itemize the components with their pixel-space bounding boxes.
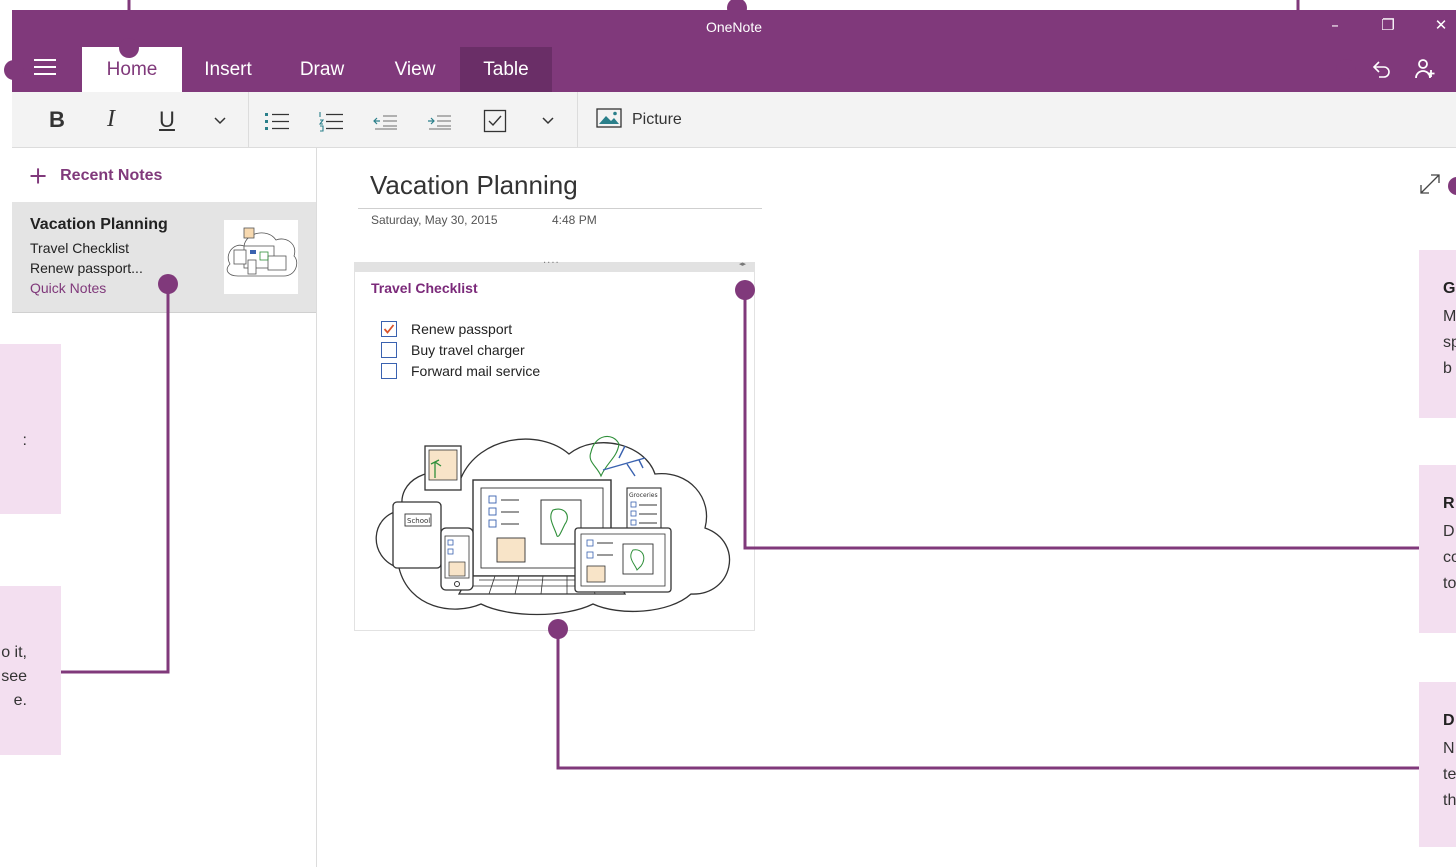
- callout-title: G: [1443, 280, 1456, 297]
- callout-line: M: [1443, 308, 1456, 325]
- callout-line: co: [1443, 549, 1456, 566]
- callout-line: to: [1443, 575, 1456, 592]
- insert-picture-button[interactable]: Picture: [596, 92, 690, 147]
- checklist-label: Renew passport: [411, 321, 513, 337]
- callout-box: R D co to: [1419, 465, 1456, 633]
- title-divider: [358, 208, 762, 209]
- cloud-devices-sketch: School Groceries: [375, 435, 731, 616]
- tab-home[interactable]: Home: [82, 47, 182, 92]
- note-item-line: Renew passport...: [30, 260, 143, 276]
- note-item-section: Quick Notes: [30, 280, 107, 296]
- share-person-icon[interactable]: [1414, 57, 1438, 87]
- numbered-list-icon: [318, 111, 343, 132]
- callout-line: sp: [1443, 334, 1456, 351]
- checkbox-unchecked[interactable]: [381, 363, 397, 379]
- hamburger-menu-icon[interactable]: [34, 59, 56, 75]
- checklist-label: Forward mail service: [411, 363, 541, 379]
- page-time: 4:48 PM: [552, 213, 597, 227]
- callout-box: G M sp b: [1419, 250, 1456, 418]
- ribbon-toolbar: B I U Picture: [12, 92, 1456, 148]
- bullets-button[interactable]: [260, 92, 294, 147]
- note-item-line: Travel Checklist: [30, 240, 130, 256]
- onenote-window: OneNote – ❐ ✕ Home Insert Draw View Tabl…: [12, 10, 1456, 867]
- tab-view[interactable]: View: [378, 47, 452, 92]
- ribbon-divider: [248, 92, 249, 147]
- checkbox-unchecked[interactable]: [381, 342, 397, 358]
- bullet-list-icon: [265, 112, 289, 130]
- callout-box: :: [0, 344, 61, 514]
- plus-icon: +: [28, 161, 49, 190]
- callout-title: D: [1443, 712, 1455, 729]
- numbering-button[interactable]: [314, 92, 348, 147]
- font-format-dropdown[interactable]: [208, 92, 232, 147]
- app-title: OneNote: [705, 19, 763, 35]
- callout-line: e.: [13, 692, 27, 709]
- underline-button[interactable]: U: [150, 92, 184, 147]
- ribbon-divider: [577, 92, 578, 147]
- note-container[interactable]: ···· ◂▸ Travel Checklist Renew passport …: [354, 258, 755, 631]
- page-title[interactable]: Vacation Planning: [370, 170, 578, 201]
- container-drag-handle[interactable]: ···· ◂▸: [355, 258, 754, 272]
- indent-icon: [428, 114, 451, 130]
- tags-dropdown[interactable]: [536, 92, 560, 147]
- decrease-indent-button[interactable]: [368, 92, 402, 147]
- italic-button[interactable]: I: [94, 92, 128, 147]
- title-bar: OneNote – ❐ ✕ Home Insert Draw View Tabl…: [12, 10, 1456, 92]
- note-item-title: Vacation Planning: [30, 216, 168, 233]
- todo-tag-button[interactable]: [478, 92, 512, 147]
- outdent-icon: [373, 114, 397, 130]
- chevron-down-icon: [214, 116, 226, 124]
- callout-line: th: [1443, 792, 1456, 809]
- callout-line: see: [1, 668, 27, 685]
- picture-label: Picture: [632, 111, 682, 128]
- restore-button[interactable]: ❐: [1373, 16, 1403, 34]
- checklist-item[interactable]: Buy travel charger: [381, 340, 525, 360]
- bold-button[interactable]: B: [40, 92, 74, 147]
- picture-icon: [596, 108, 622, 128]
- callout-line: N: [1443, 740, 1455, 757]
- checklist-item[interactable]: Renew passport: [381, 319, 512, 339]
- tab-table[interactable]: Table: [460, 47, 552, 92]
- callout-line: D: [1443, 523, 1455, 540]
- container-title[interactable]: Travel Checklist: [371, 280, 478, 296]
- undo-icon[interactable]: [1370, 58, 1392, 86]
- callout-line: te: [1443, 766, 1456, 783]
- checkbox-tag-icon: [483, 109, 507, 132]
- page-date: Saturday, May 30, 2015: [371, 213, 498, 227]
- tab-draw[interactable]: Draw: [284, 47, 360, 92]
- callout-box: D N te th: [1419, 682, 1456, 847]
- increase-indent-button[interactable]: [422, 92, 456, 147]
- minimize-button[interactable]: –: [1320, 16, 1350, 34]
- tab-insert[interactable]: Insert: [190, 47, 266, 92]
- svg-text:Groceries: Groceries: [629, 492, 658, 499]
- checklist-label: Buy travel charger: [411, 342, 525, 358]
- callout-line: o it,: [1, 644, 27, 661]
- recent-notes-header[interactable]: + Recent Notes: [28, 161, 163, 190]
- callout-line: b: [1443, 360, 1452, 377]
- svg-text:School: School: [407, 517, 430, 525]
- close-button[interactable]: ✕: [1426, 16, 1456, 34]
- expand-icon[interactable]: [1418, 172, 1442, 200]
- callout-title: R: [1443, 495, 1455, 512]
- note-thumbnail: [224, 220, 298, 294]
- checkbox-checked[interactable]: [381, 321, 397, 337]
- recent-note-item[interactable]: Vacation Planning Travel Checklist Renew…: [12, 202, 316, 313]
- recent-notes-label: Recent Notes: [60, 166, 163, 184]
- chevron-down-icon: [542, 116, 554, 124]
- checklist-item[interactable]: Forward mail service: [381, 361, 540, 381]
- callout-box: o it, see e.: [0, 586, 61, 755]
